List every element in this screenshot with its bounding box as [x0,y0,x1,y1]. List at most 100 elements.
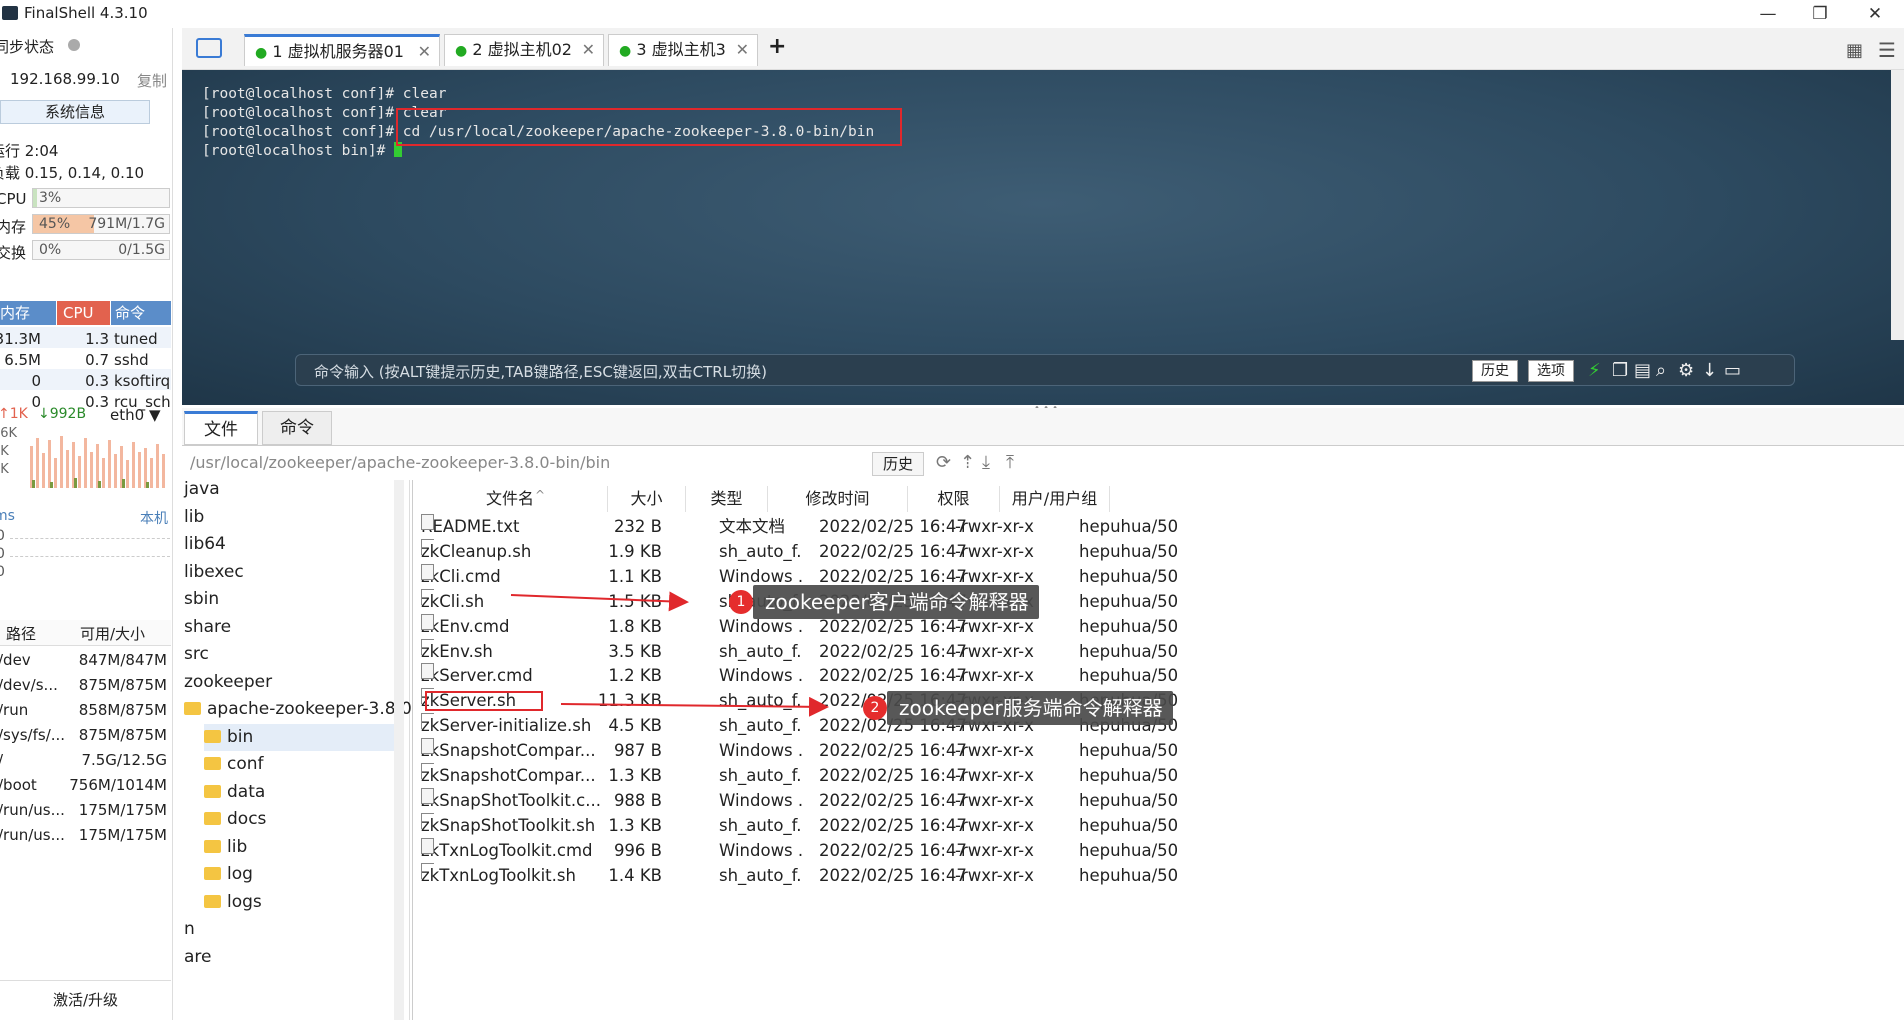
proc-header-cmd[interactable]: 命令 [111,301,171,325]
add-tab-icon[interactable]: + [768,34,786,59]
file-owner: hepuhua/50 [1079,741,1179,761]
disk-row[interactable]: / 7.5G/12.5G [0,748,171,773]
menu-icon[interactable]: ☰ [1878,38,1896,62]
tree-item[interactable]: bin [204,723,404,751]
tab-files[interactable]: 文件 [184,411,258,445]
file-row[interactable]: zkTxnLogToolkit.cmd 996 B Windows ... 2022/… [413,837,1904,863]
close-tab-icon[interactable]: ✕ [736,35,749,65]
upload-icon[interactable]: ⤒ [1006,452,1014,473]
uptime: 运行 2:04 [0,142,59,160]
copy-ip-button[interactable]: 复制 [137,70,167,91]
disk-row[interactable]: /boot 756M/1014M [0,773,171,798]
tab-session-1[interactable]: ● 1 虚拟机服务器01 ✕ [244,34,440,66]
tab-commands[interactable]: 命令 [262,411,332,445]
disk-header-path[interactable]: 路径 [6,623,36,644]
file-name: zkSnapShotToolkit.sh [421,815,596,835]
paste-icon[interactable]: ▤ [1634,360,1651,381]
tree-item[interactable]: share [184,614,231,641]
file-row[interactable]: zkSnapShotToolkit.c... 988 B Windows ... 20… [413,787,1904,813]
file-permissions: -rwxr-xr-x [955,790,1034,810]
command-input-bar[interactable]: 命令输入 (按ALT键提示历史,TAB键路径,ESC键返回,双击CTRL切换) … [295,354,1795,386]
tree-item[interactable]: libexec [184,559,244,586]
tree-item[interactable]: are [184,944,212,971]
disk-row[interactable]: /run 858M/875M [0,698,171,723]
cmd-file-icon [421,787,434,804]
tree-item[interactable]: lib [204,834,247,861]
options-button[interactable]: 选项 [1528,360,1574,382]
tree-item[interactable]: lib [184,504,204,531]
maximize-button[interactable]: ❐ [1800,2,1840,26]
disk-header-size[interactable]: 可用/大小 [80,623,145,644]
tree-item[interactable]: zookeeper [184,669,272,696]
tree-item[interactable]: lib64 [184,531,226,558]
disk-row[interactable]: /run/us... 175M/175M [0,823,171,848]
tree-item[interactable]: sbin [184,586,219,613]
file-row[interactable]: zkSnapshotCompar... 1.3 KB sh_auto_f... 202… [413,763,1904,788]
file-name: zkSnapshotCompar... [421,766,596,785]
file-name: zkSnapShotToolkit.c... [421,790,601,810]
tree-item[interactable]: data [204,779,265,806]
grid-view-icon[interactable]: ▦ [1846,40,1863,61]
window-icon[interactable]: ▭ [1724,360,1741,381]
path-input[interactable]: /usr/local/zookeeper/apache-zookeeper-3.… [190,453,610,472]
minimize-button[interactable]: — [1748,2,1788,26]
annotation-number-2: 2 [863,696,887,720]
disk-row[interactable]: /run/us... 175M/175M [0,798,171,823]
disk-row[interactable]: /dev 847M/847M [0,648,171,673]
tree-item-label: lib64 [184,534,226,554]
file-owner: hepuhua/50 [1079,790,1179,810]
file-row[interactable]: zkSnapshotCompar... 987 B Windows ... 2022/… [413,738,1904,763]
ping-host-select[interactable]: 本机 [140,508,168,528]
file-row[interactable]: zkSnapShotToolkit.sh 1.3 KB sh_auto_f... 20… [413,812,1904,838]
copy-icon[interactable]: ❐ [1612,360,1628,381]
cpu-label: CPU [0,190,27,208]
sysinfo-button[interactable]: 系统信息 [0,100,150,124]
chevron-down-icon: ▼ [148,406,161,424]
session-tab-bar: ● 1 虚拟机服务器01 ✕ ● 2 虚拟主机02 ✕ ● 3 虚拟主机3 ✕ + ▦… [182,28,1904,70]
gear-icon[interactable]: ⚙ [1678,360,1694,381]
file-type: Windows ... [719,741,803,761]
download-icon[interactable]: ⤓ [982,452,990,473]
tree-item[interactable]: conf [204,751,264,778]
close-tab-icon[interactable]: ✕ [418,37,431,67]
tree-item[interactable]: java [184,476,220,503]
close-tab-icon[interactable]: ✕ [582,35,595,65]
disk-row[interactable]: /sys/fs/... 875M/875M [0,723,171,748]
proc-header-cpu[interactable]: CPU [57,301,110,325]
terminal-scrollbar[interactable] [1891,70,1904,340]
path-history-button[interactable]: 历史 [872,452,925,476]
activate-upgrade-link[interactable]: 激活/升级 [0,980,171,1020]
command-input-hint: 命令输入 (按ALT键提示历史,TAB键路径,ESC键返回,双击CTRL切换) [314,363,767,381]
folder-open-icon[interactable] [196,38,222,58]
proc-header-mem[interactable]: 内存 [0,301,56,325]
tab-session-2[interactable]: ● 2 虚拟主机02 ✕ [444,34,604,66]
cpu-bar: 3% [32,188,170,208]
tree-item[interactable]: apache-zookeeper-3.8.0- [184,696,418,723]
refresh-icon[interactable]: ⟳ [936,452,951,473]
search-icon[interactable]: ⌕ [1656,360,1666,381]
annotation-number-1: 1 [729,590,753,614]
file-panel-tabs: 文件 命令 [182,408,1904,446]
tree-scrollbar[interactable] [394,480,404,1020]
tree-item-label: log [227,864,253,884]
tree-item[interactable]: src [184,641,209,668]
net-interface-select[interactable]: eth0 ▼ [110,406,161,424]
tree-item[interactable]: docs [204,806,266,833]
file-permissions: -rwxr-xr-x [955,741,1034,761]
close-button[interactable]: ✕ [1855,2,1895,26]
file-type: Windows ... [719,790,803,810]
file-owner: hepuhua/50 [1079,815,1179,835]
history-button[interactable]: 历史 [1472,360,1518,382]
lightning-icon[interactable]: ⚡ [1588,360,1601,381]
swap-value: 0% [39,242,62,258]
file-row[interactable]: zkTxnLogToolkit.sh 1.4 KB sh_auto_f... 2022… [413,862,1904,888]
tab-session-3[interactable]: ● 3 虚拟主机3 ✕ [608,34,758,66]
sync-status-dot [68,39,80,51]
parent-dir-icon[interactable]: ⇡ [960,452,975,473]
disk-row[interactable]: /dev/s... 875M/875M [0,673,171,698]
tree-item[interactable]: logs [204,889,262,916]
folder-icon [204,839,221,853]
tree-item[interactable]: log [204,861,253,888]
arrow-down-icon[interactable]: ↓ [1702,360,1717,381]
tree-item[interactable]: n [184,916,195,943]
